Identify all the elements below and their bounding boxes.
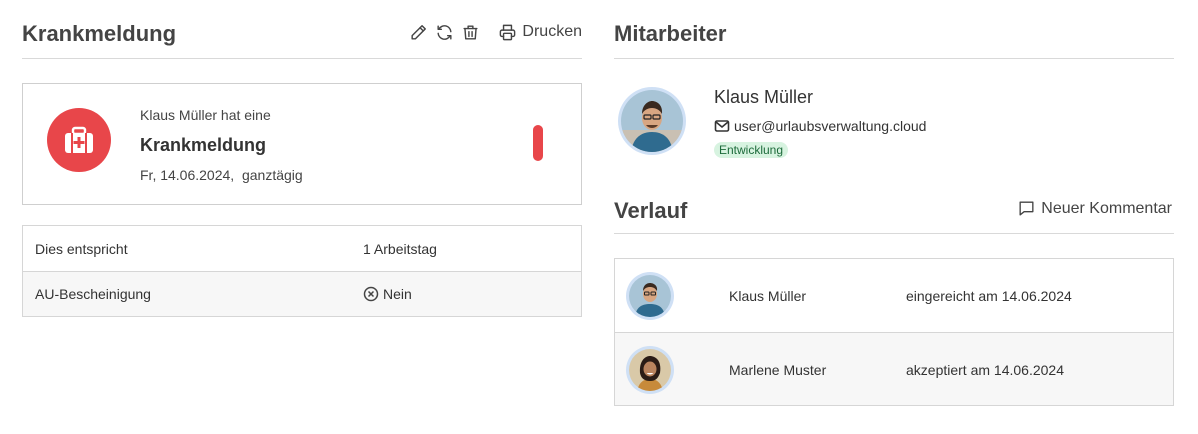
detail-value-text: 1 Arbeitstag — [363, 240, 437, 257]
detail-value: Nein — [363, 286, 412, 302]
history-action: eingereicht am 14.06.2024 — [906, 288, 1072, 304]
print-label: Drucken — [522, 23, 582, 40]
sick-note-header: Krankmeldung Drucken — [22, 0, 582, 59]
refresh-icon[interactable] — [434, 22, 454, 42]
page-title: Krankmeldung — [22, 21, 177, 46]
avatar — [626, 272, 674, 320]
employee-name: Klaus Müller — [714, 87, 814, 107]
status-indicator — [533, 125, 543, 161]
table-row: AU-Bescheinigung Nein — [23, 271, 581, 316]
history-author: Klaus Müller — [729, 288, 807, 304]
avatar — [618, 87, 686, 155]
avatar — [626, 346, 674, 394]
new-comment-button[interactable]: Neuer Kommentar — [1017, 199, 1172, 218]
pencil-icon[interactable] — [408, 22, 428, 42]
print-button[interactable]: Drucken — [498, 23, 582, 42]
employee-email-text: user@urlaubsverwaltung.cloud — [734, 118, 927, 134]
toolbar: Drucken — [402, 20, 582, 44]
medical-kit-icon — [47, 108, 111, 172]
sick-note-intro: Klaus Müller hat eine — [140, 107, 271, 123]
employee-section-title: Mitarbeiter — [614, 21, 727, 46]
history-author: Marlene Muster — [729, 362, 827, 378]
employee-header: Mitarbeiter — [614, 0, 1174, 59]
sick-note-card: Klaus Müller hat eine Krankmeldung Fr, 1… — [22, 83, 582, 205]
history-action: akzeptiert am 14.06.2024 — [906, 362, 1064, 378]
details-table: Dies entspricht 1 Arbeitstag AU-Beschein… — [22, 225, 582, 317]
table-row: Dies entspricht 1 Arbeitstag — [23, 226, 581, 271]
sick-note-title: Krankmeldung — [140, 135, 267, 155]
trash-icon[interactable] — [460, 22, 480, 42]
detail-label: Dies entspricht — [35, 240, 128, 257]
department-badge: Entwicklung — [714, 142, 789, 158]
table-row: Marlene Muster akzeptiert am 14.06.2024 — [615, 332, 1173, 405]
employee-email[interactable]: user@urlaubsverwaltung.cloud — [714, 118, 926, 134]
sick-note-date: Fr, 14.06.2024, ganztägig — [140, 167, 303, 183]
new-comment-label: Neuer Kommentar — [1041, 199, 1172, 217]
x-circle-icon — [363, 286, 379, 302]
printer-icon — [500, 24, 516, 40]
history-section-title: Verlauf — [614, 198, 688, 223]
detail-label: AU-Bescheinigung — [35, 286, 151, 302]
history-header: Verlauf Neuer Kommentar — [614, 189, 1174, 234]
history-table: Klaus Müller eingereicht am 14.06.2024 M… — [614, 258, 1174, 406]
detail-value-text: Nein — [383, 286, 412, 302]
table-row: Klaus Müller eingereicht am 14.06.2024 — [615, 259, 1173, 332]
detail-value: 1 Arbeitstag — [363, 241, 437, 257]
comment-icon — [1019, 201, 1034, 216]
envelope-icon — [714, 120, 730, 132]
